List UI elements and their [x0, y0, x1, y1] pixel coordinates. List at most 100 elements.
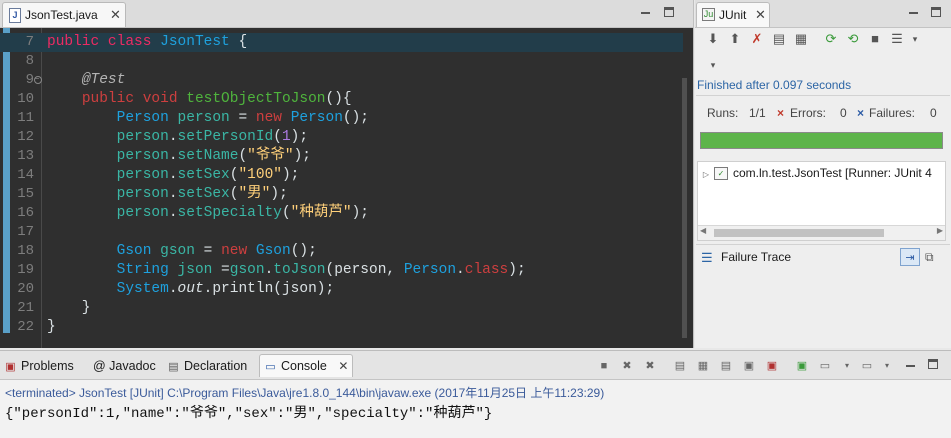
code-token: "100": [238, 167, 282, 183]
code-editor[interactable]: 7 public class JsonTest {8 9− @Test 10 publ…: [0, 28, 693, 348]
close-icon[interactable]: ✕: [338, 359, 348, 373]
console-pane: ▣ Problems @ Javadoc ▤ Declaration ▭ Consol…: [0, 350, 951, 438]
pin-console-icon[interactable]: ▣: [795, 359, 809, 373]
console-output[interactable]: {"personId":1,"name":"爷爷","sex":"男","spe…: [5, 402, 492, 422]
code-line[interactable]: 20 System.out.println(json);: [0, 280, 683, 299]
fold-icon[interactable]: −: [34, 76, 42, 84]
code-token: public: [47, 34, 100, 50]
junit-tab[interactable]: Ju JUnit ✕: [696, 2, 770, 27]
scroll-lock-icon[interactable]: ▤: [771, 31, 787, 47]
display-selected-console-icon[interactable]: ▭: [818, 359, 832, 373]
show-when-stderr-icon[interactable]: ▣: [765, 359, 779, 373]
code-token: ();: [290, 243, 317, 259]
code-line[interactable]: 16 person.setSpecialty("种葫芦");: [0, 204, 683, 223]
code-line[interactable]: 18 Gson gson = new Gson();: [0, 242, 683, 261]
clear-console-icon[interactable]: ▤: [673, 359, 687, 373]
test-tree[interactable]: ▷ ✓ com.ln.test.JsonTest [Runner: JUnit 4 …: [697, 161, 946, 241]
code-line[interactable]: 19 String json =gson.toJson(person, Pers…: [0, 261, 683, 280]
scroll-left-icon[interactable]: ◀: [700, 226, 706, 235]
errors-value: 0: [840, 106, 847, 120]
scroll-lock-icon[interactable]: ▦: [696, 359, 710, 373]
view-menu-icon[interactable]: ▾: [705, 57, 721, 73]
line-number: 20: [17, 281, 34, 297]
rerun-failed-first-icon[interactable]: ⟲: [845, 31, 861, 47]
show-when-stdout-icon[interactable]: ▣: [742, 359, 756, 373]
filter-stack-trace-icon[interactable]: ⇥: [900, 248, 920, 266]
chevron-down-icon[interactable]: ▾: [880, 359, 894, 373]
code-token: person: [116, 205, 169, 221]
line-source: person.setSex("100");: [47, 166, 300, 185]
editor-tab-jsontest[interactable]: J JsonTest.java ✕: [2, 2, 126, 27]
stop-icon[interactable]: ■: [867, 31, 883, 47]
horizontal-scrollbar[interactable]: ◀ ▶: [698, 225, 945, 240]
tab-console-label: Console: [281, 359, 327, 373]
code-line[interactable]: 7 public class JsonTest {: [0, 33, 683, 52]
finished-status: Finished after 0.097 seconds: [697, 78, 852, 92]
minimize-icon[interactable]: [906, 362, 915, 367]
code-token: );: [351, 205, 369, 221]
tab-javadoc[interactable]: @ Javadoc: [93, 355, 156, 377]
chevron-down-icon[interactable]: ▾: [907, 31, 923, 47]
tab-problems-label: Problems: [21, 359, 74, 373]
tree-item[interactable]: ▷ ✓ com.ln.test.JsonTest [Runner: JUnit 4: [698, 164, 932, 182]
maximize-icon[interactable]: [931, 7, 941, 17]
code-token: println(json);: [212, 281, 335, 297]
code-line[interactable]: 13 person.setName("爷爷");: [0, 147, 683, 166]
show-failures-only-icon[interactable]: ✗: [749, 31, 765, 47]
terminate-icon[interactable]: ■: [597, 359, 611, 373]
line-number: 14: [17, 167, 34, 183]
code-line[interactable]: 17: [0, 223, 683, 242]
code-token: (: [281, 205, 291, 221]
next-failure-icon[interactable]: ⬇: [705, 31, 721, 47]
code-token: =: [212, 262, 230, 278]
line-source: Gson gson = new Gson();: [47, 242, 317, 261]
line-number: 21: [17, 300, 34, 316]
code-line[interactable]: 14 person.setSex("100");: [0, 166, 683, 185]
console-icon: ▭: [265, 361, 276, 373]
remove-launch-icon[interactable]: ✖: [620, 359, 634, 373]
code-line[interactable]: 8: [0, 52, 683, 71]
history-icon[interactable]: ▦: [793, 31, 809, 47]
code-token: @Test: [81, 72, 126, 88]
minimize-icon[interactable]: [641, 9, 650, 14]
compare-result-icon[interactable]: ⧉: [925, 250, 934, 265]
remove-all-terminated-icon[interactable]: ✖: [643, 359, 657, 373]
previous-failure-icon[interactable]: ⬆: [727, 31, 743, 47]
code-line[interactable]: 22}: [0, 318, 683, 337]
tab-declaration[interactable]: ▤ Declaration: [167, 355, 247, 377]
scroll-right-icon[interactable]: ▶: [937, 226, 943, 235]
code-line[interactable]: 10 public void testObjectToJson(){: [0, 90, 683, 109]
chevron-down-icon[interactable]: ▾: [840, 359, 854, 373]
code-line[interactable]: 15 person.setSex("男");: [0, 185, 683, 204]
code-token: =: [229, 110, 256, 126]
maximize-icon[interactable]: [664, 7, 674, 17]
code-token: .: [168, 281, 178, 297]
rerun-test-icon[interactable]: ⟳: [823, 31, 839, 47]
scrollbar-thumb[interactable]: [714, 229, 884, 237]
code-line[interactable]: 9− @Test: [0, 71, 683, 90]
code-line[interactable]: 12 person.setPersonId(1);: [0, 128, 683, 147]
word-wrap-icon[interactable]: ▤: [719, 359, 733, 373]
code-line[interactable]: 21 }: [0, 299, 683, 318]
maximize-icon[interactable]: [928, 359, 938, 369]
tab-problems[interactable]: ▣ Problems: [4, 355, 74, 377]
code-token: );: [290, 129, 309, 145]
close-icon[interactable]: ✕: [755, 7, 766, 23]
code-token: .: [168, 167, 178, 183]
tab-console[interactable]: ▭ Console ✕: [259, 354, 354, 377]
close-icon[interactable]: ✕: [110, 7, 121, 23]
test-run-history-icon[interactable]: ☰: [889, 31, 905, 47]
editor-scrollbar[interactable]: [682, 78, 687, 338]
open-console-icon[interactable]: ▭: [860, 359, 874, 373]
minimize-icon[interactable]: [909, 9, 918, 14]
line-source: person.setSpecialty("种葫芦");: [47, 204, 369, 223]
expand-icon[interactable]: ▷: [698, 166, 714, 184]
code-token: JsonTest: [160, 34, 230, 50]
code-token: String: [116, 262, 169, 278]
code-line[interactable]: 11 Person person = new Person();: [0, 109, 683, 128]
